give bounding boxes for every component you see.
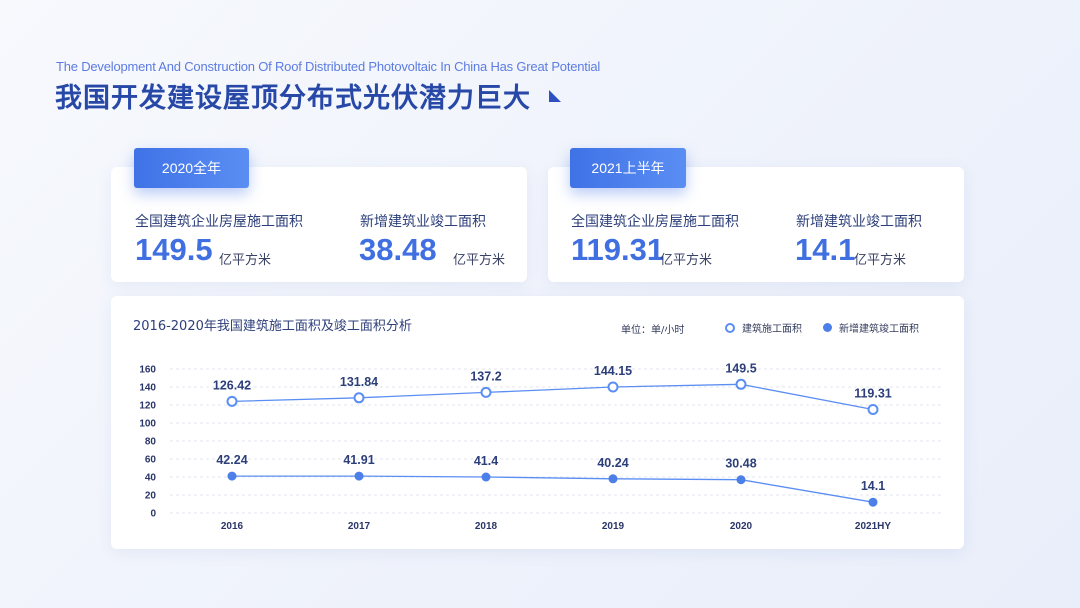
x-tick-label: 2020 [730,521,753,532]
series-line [232,475,874,503]
data-point [607,381,619,393]
data-label: 137.2 [470,369,501,383]
data-label: 131.84 [340,375,378,389]
data-label: 149.5 [725,361,756,375]
line-chart: 0 20 40 60 80 100 120 140 160 2016 2017 2018 2019 202… [139,361,942,532]
y-tick-label: 140 [139,383,156,394]
data-label: 41.4 [474,454,498,468]
y-tick-label: 100 [139,419,156,430]
y-tick-label: 120 [139,401,156,412]
y-tick-label: 80 [145,437,157,448]
data-point [868,497,878,507]
x-tick-label: 2019 [602,521,625,532]
data-label: 41.91 [343,453,374,467]
data-point [226,395,238,407]
series-line [231,383,874,411]
data-label: 14.1 [861,479,885,493]
data-point [227,471,237,481]
data-label: 40.24 [597,456,628,470]
x-tick-label: 2021HY [855,521,891,532]
y-tick-label: 20 [145,491,157,502]
y-tick-label: 0 [150,509,156,520]
data-label: 119.31 [854,387,892,401]
data-label: 42.24 [216,453,247,467]
x-tick-label: 2016 [221,521,244,532]
y-tick-label: 40 [145,473,157,484]
data-point [735,378,747,390]
data-point [867,404,879,415]
data-point [736,475,746,485]
data-label: 30.48 [725,457,756,471]
data-point [481,472,491,482]
data-point [608,474,618,484]
y-tick-label: 60 [145,455,157,466]
y-tick-label: 160 [139,365,156,376]
data-label: 144.15 [594,364,632,378]
x-tick-label: 2017 [348,521,371,532]
x-tick-label: 2018 [475,521,498,532]
data-point [480,386,492,398]
data-point [353,392,365,404]
data-label: 126.42 [213,378,251,392]
data-point [354,471,364,481]
